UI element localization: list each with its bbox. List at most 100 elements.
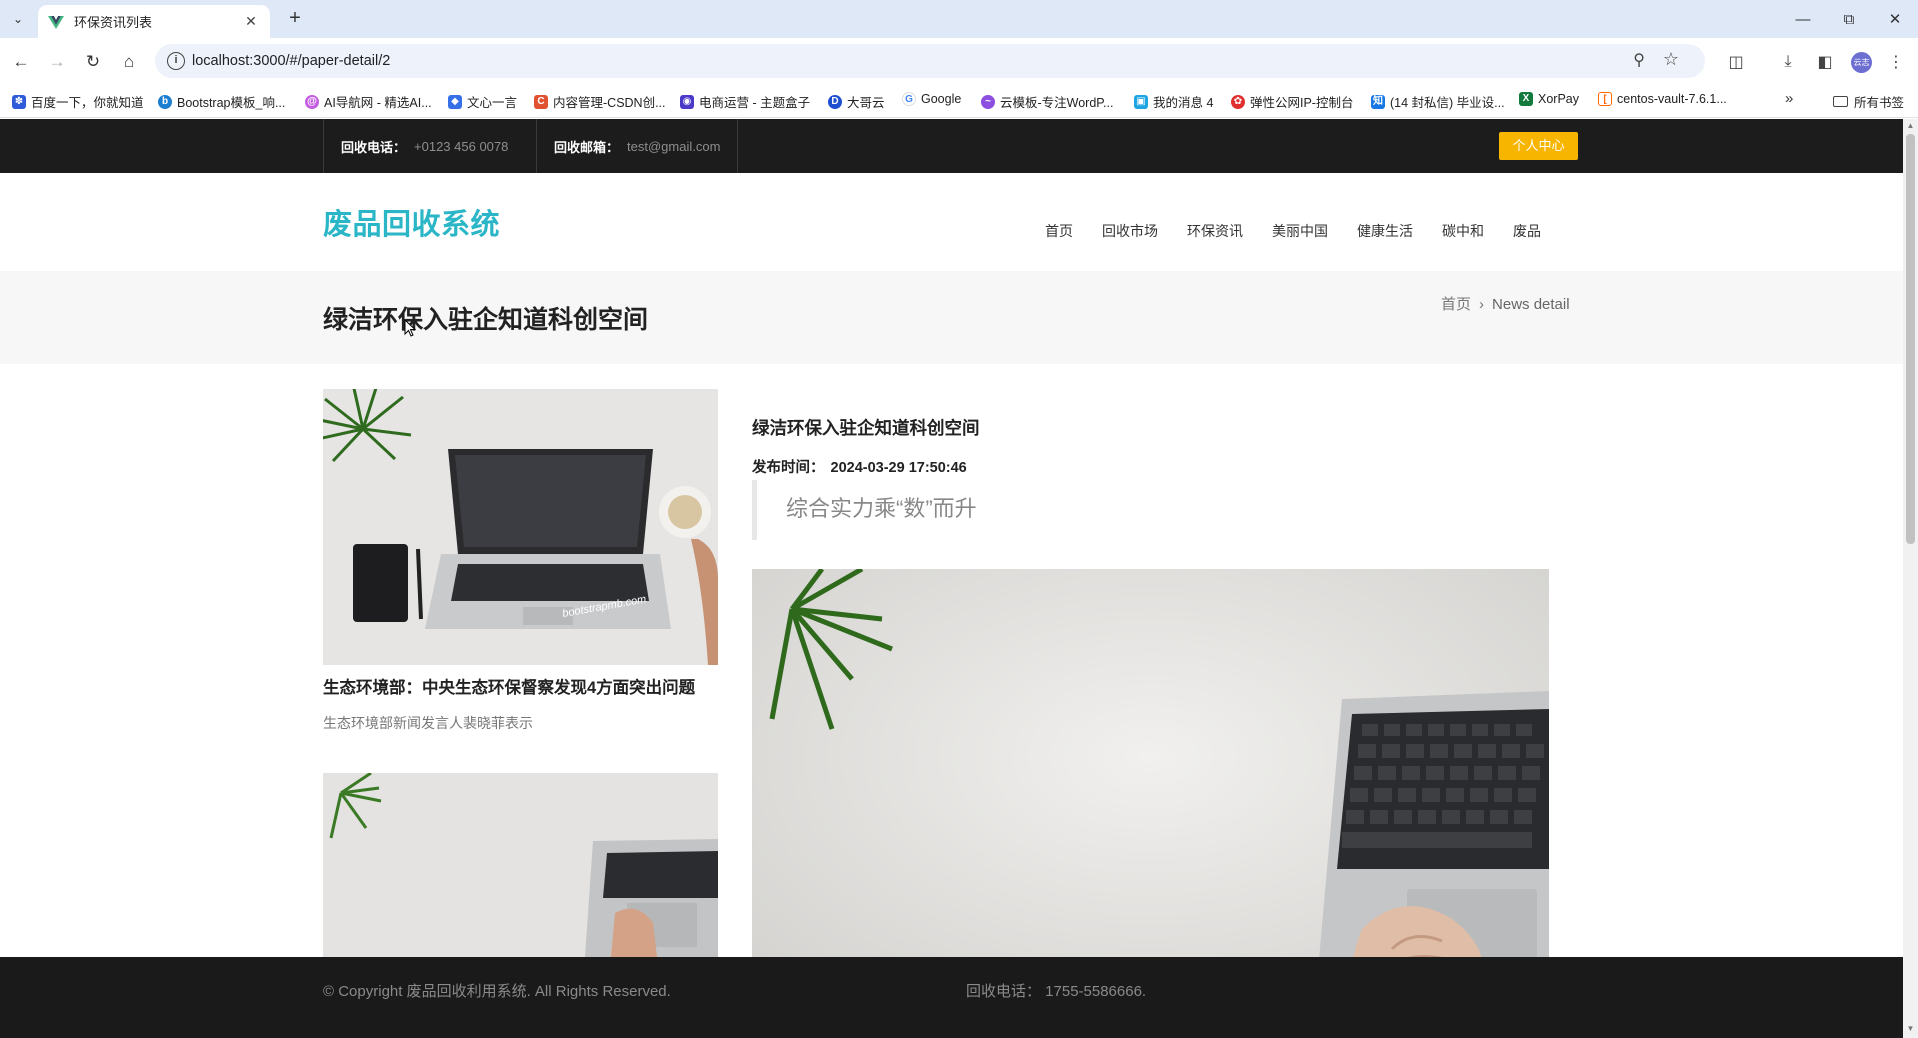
bookmark-item[interactable]: ~ 云模板-专注WordP... <box>981 92 1113 111</box>
site-footer: © Copyright 废品回收利用系统. All Rights Reserve… <box>0 957 1903 1038</box>
contact-topbar: 回收电话： +0123 456 0078 回收邮箱： test@gmail.co… <box>0 119 1903 173</box>
folder-icon <box>1833 96 1848 107</box>
phone-contact: 回收电话： +0123 456 0078 <box>323 119 525 173</box>
page-viewport: 回收电话： +0123 456 0078 回收邮箱： test@gmail.co… <box>0 119 1903 1038</box>
footer-phone: 回收电话： 1755-5586666. <box>966 983 1147 1000</box>
bookmark-star-icon[interactable]: ☆ <box>1663 49 1679 70</box>
scroll-down-arrow-icon[interactable]: ▼ <box>1906 1024 1915 1033</box>
page-title-bar: 绿洁环保入驻企知道科创空间 首页 › News detail <box>0 271 1903 364</box>
google-icon: G <box>902 92 916 106</box>
date-value: 2024-03-29 17:50:46 <box>830 460 967 476</box>
breadcrumb: 首页 › News detail <box>1441 293 1570 314</box>
ai-nav-icon: @ <box>305 94 319 109</box>
bootstrap-icon: b <box>158 94 172 109</box>
breadcrumb-separator: › <box>1479 296 1485 313</box>
breadcrumb-home[interactable]: 首页 <box>1441 296 1471 313</box>
article-quote: 综合实力乘“数”而升 <box>752 480 1152 540</box>
zhihu-icon: 知 <box>1371 94 1385 109</box>
bookmark-item[interactable]: G Google <box>902 92 961 106</box>
vue-favicon-icon <box>48 15 64 29</box>
nav-home[interactable]: 首页 <box>1045 221 1073 241</box>
all-bookmarks-folder[interactable]: 所有书签 <box>1833 92 1904 111</box>
news-card-image[interactable] <box>323 773 718 957</box>
date-label: 发布时间： <box>752 460 825 476</box>
download-icon[interactable]: ⤓ <box>1775 49 1801 75</box>
phone-label: 回收电话： <box>341 139 407 155</box>
page-title: 绿洁环保入驻企知道科创空间 <box>323 306 649 334</box>
new-tab-plus-icon[interactable]: + <box>282 7 308 31</box>
news-card-desc: 生态环境部新闻发言人裴晓菲表示 <box>323 715 533 731</box>
bookmark-item[interactable]: @ AI导航网 - 精选AI... <box>305 92 432 111</box>
personal-center-button[interactable]: 个人中心 <box>1499 132 1578 160</box>
nav-healthy-life[interactable]: 健康生活 <box>1357 221 1413 241</box>
bookmark-item[interactable]: D 大哥云 <box>828 92 885 111</box>
bookmark-item[interactable]: ✽ 百度一下，你就知道 <box>12 92 144 111</box>
xorpay-icon: X <box>1519 92 1533 106</box>
tab-title: 环保资讯列表 <box>74 15 153 30</box>
reload-icon[interactable]: ↻ <box>79 49 107 75</box>
aliyun-icon: [ <box>1598 92 1612 106</box>
phone-value: +0123 456 0078 <box>414 138 509 154</box>
address-bar[interactable]: i localhost:3000/#/paper-detail/2 ⚲ ☆ <box>155 44 1705 78</box>
page-scrollbar[interactable]: ▲ ▼ <box>1903 119 1918 1038</box>
url-text[interactable]: localhost:3000/#/paper-detail/2 <box>192 53 390 69</box>
extensions-puzzle-icon[interactable]: ◫ <box>1723 49 1749 75</box>
laptop-desk-illustration: bootstrapmb.com <box>323 389 718 665</box>
huawei-icon: ✿ <box>1231 94 1245 109</box>
browser-tab[interactable]: 环保资讯列表 ✕ <box>38 5 270 38</box>
menu-kebab-icon[interactable]: ⋮ <box>1883 49 1909 75</box>
mouse-cursor-icon <box>404 319 416 337</box>
scrollbar-thumb[interactable] <box>1906 134 1915 544</box>
footer-copyright: © Copyright 废品回收利用系统. All Rights Reserve… <box>323 983 671 1000</box>
site-header: 废品回收系统 首页 回收市场 环保资讯 美丽中国 健康生活 碳中和 废品 <box>0 173 1903 271</box>
back-arrow-icon[interactable]: ← <box>7 49 35 75</box>
nav-recycle-market[interactable]: 回收市场 <box>1102 221 1158 241</box>
bookmark-item[interactable]: b Bootstrap模板_响... <box>158 92 285 111</box>
restore-icon[interactable]: ⧉ <box>1826 0 1872 38</box>
home-icon[interactable]: ⌂ <box>115 49 143 75</box>
email-contact: 回收邮箱： test@gmail.com <box>536 119 739 173</box>
tab-close-icon[interactable]: ✕ <box>242 13 260 30</box>
nav-beautiful-china[interactable]: 美丽中国 <box>1272 221 1328 241</box>
profile-avatar[interactable]: 云志 <box>1851 52 1872 73</box>
bookmark-item[interactable]: 知 (14 封私信) 毕业设... <box>1371 92 1505 111</box>
forward-arrow-icon[interactable]: → <box>43 49 71 75</box>
bookmark-item[interactable]: [centos-vault-7.6.1... <box>1598 92 1727 106</box>
site-logo[interactable]: 废品回收系统 <box>323 201 500 243</box>
laptop-desk-illustration <box>323 773 718 957</box>
news-card-image[interactable]: bootstrapmb.com <box>323 389 718 665</box>
scroll-up-arrow-icon[interactable]: ▲ <box>1906 121 1915 130</box>
bookmarks-overflow-chevron-icon[interactable]: » <box>1785 90 1793 107</box>
dage-cloud-icon: D <box>828 94 842 109</box>
yun-template-icon: ~ <box>981 94 995 109</box>
news-card-title[interactable]: 生态环境部：中央生态环保督察发现4方面突出问题 <box>323 678 718 698</box>
minimize-icon[interactable]: — <box>1780 0 1826 38</box>
email-value: test@gmail.com <box>627 138 721 154</box>
site-info-icon[interactable]: i <box>167 52 185 70</box>
bookmark-item[interactable]: ▣ 我的消息 4 <box>1134 92 1213 111</box>
window-close-icon[interactable]: ✕ <box>1872 0 1918 38</box>
nav-waste[interactable]: 废品 <box>1513 221 1541 241</box>
bookmark-item[interactable]: ◆ 文心一言 <box>448 92 517 111</box>
theme-box-icon: ◉ <box>680 94 694 109</box>
bookmark-item[interactable]: C 内容管理-CSDN创... <box>534 92 666 111</box>
bookmark-item[interactable]: X XorPay <box>1519 92 1579 106</box>
bookmarks-bar: ✽ 百度一下，你就知道 b Bootstrap模板_响... @ AI导航网 - 精选… <box>0 84 1918 118</box>
bookmark-item[interactable]: ◉ 电商运营 - 主题盒子 <box>680 92 810 111</box>
main-nav: 首页 回收市场 环保资讯 美丽中国 健康生活 碳中和 废品 <box>1045 221 1570 241</box>
news-card[interactable] <box>323 773 718 957</box>
nav-eco-news[interactable]: 环保资讯 <box>1187 221 1243 241</box>
tab-search-chevron-icon[interactable]: ⌄ <box>6 7 30 31</box>
bookmark-item[interactable]: ✿ 弹性公网IP-控制台 <box>1231 92 1353 111</box>
zoom-magnifier-icon[interactable]: ⚲ <box>1633 50 1645 70</box>
article-date: 发布时间： 2024-03-29 17:50:46 <box>752 456 967 477</box>
csdn-icon: C <box>534 94 548 109</box>
bilibili-icon: ▣ <box>1134 94 1148 109</box>
breadcrumb-current: News detail <box>1492 296 1570 313</box>
email-label: 回收邮箱： <box>554 139 620 155</box>
wenxin-icon: ◆ <box>448 94 462 109</box>
article-title: 绿洁环保入驻企知道科创空间 <box>752 418 980 438</box>
news-card[interactable]: bootstrapmb.com 生态环境部：中央生态环保督察发现4方面突出问题 … <box>323 389 718 733</box>
side-panel-icon[interactable]: ◧ <box>1812 49 1838 75</box>
nav-carbon-neutral[interactable]: 碳中和 <box>1442 221 1484 241</box>
